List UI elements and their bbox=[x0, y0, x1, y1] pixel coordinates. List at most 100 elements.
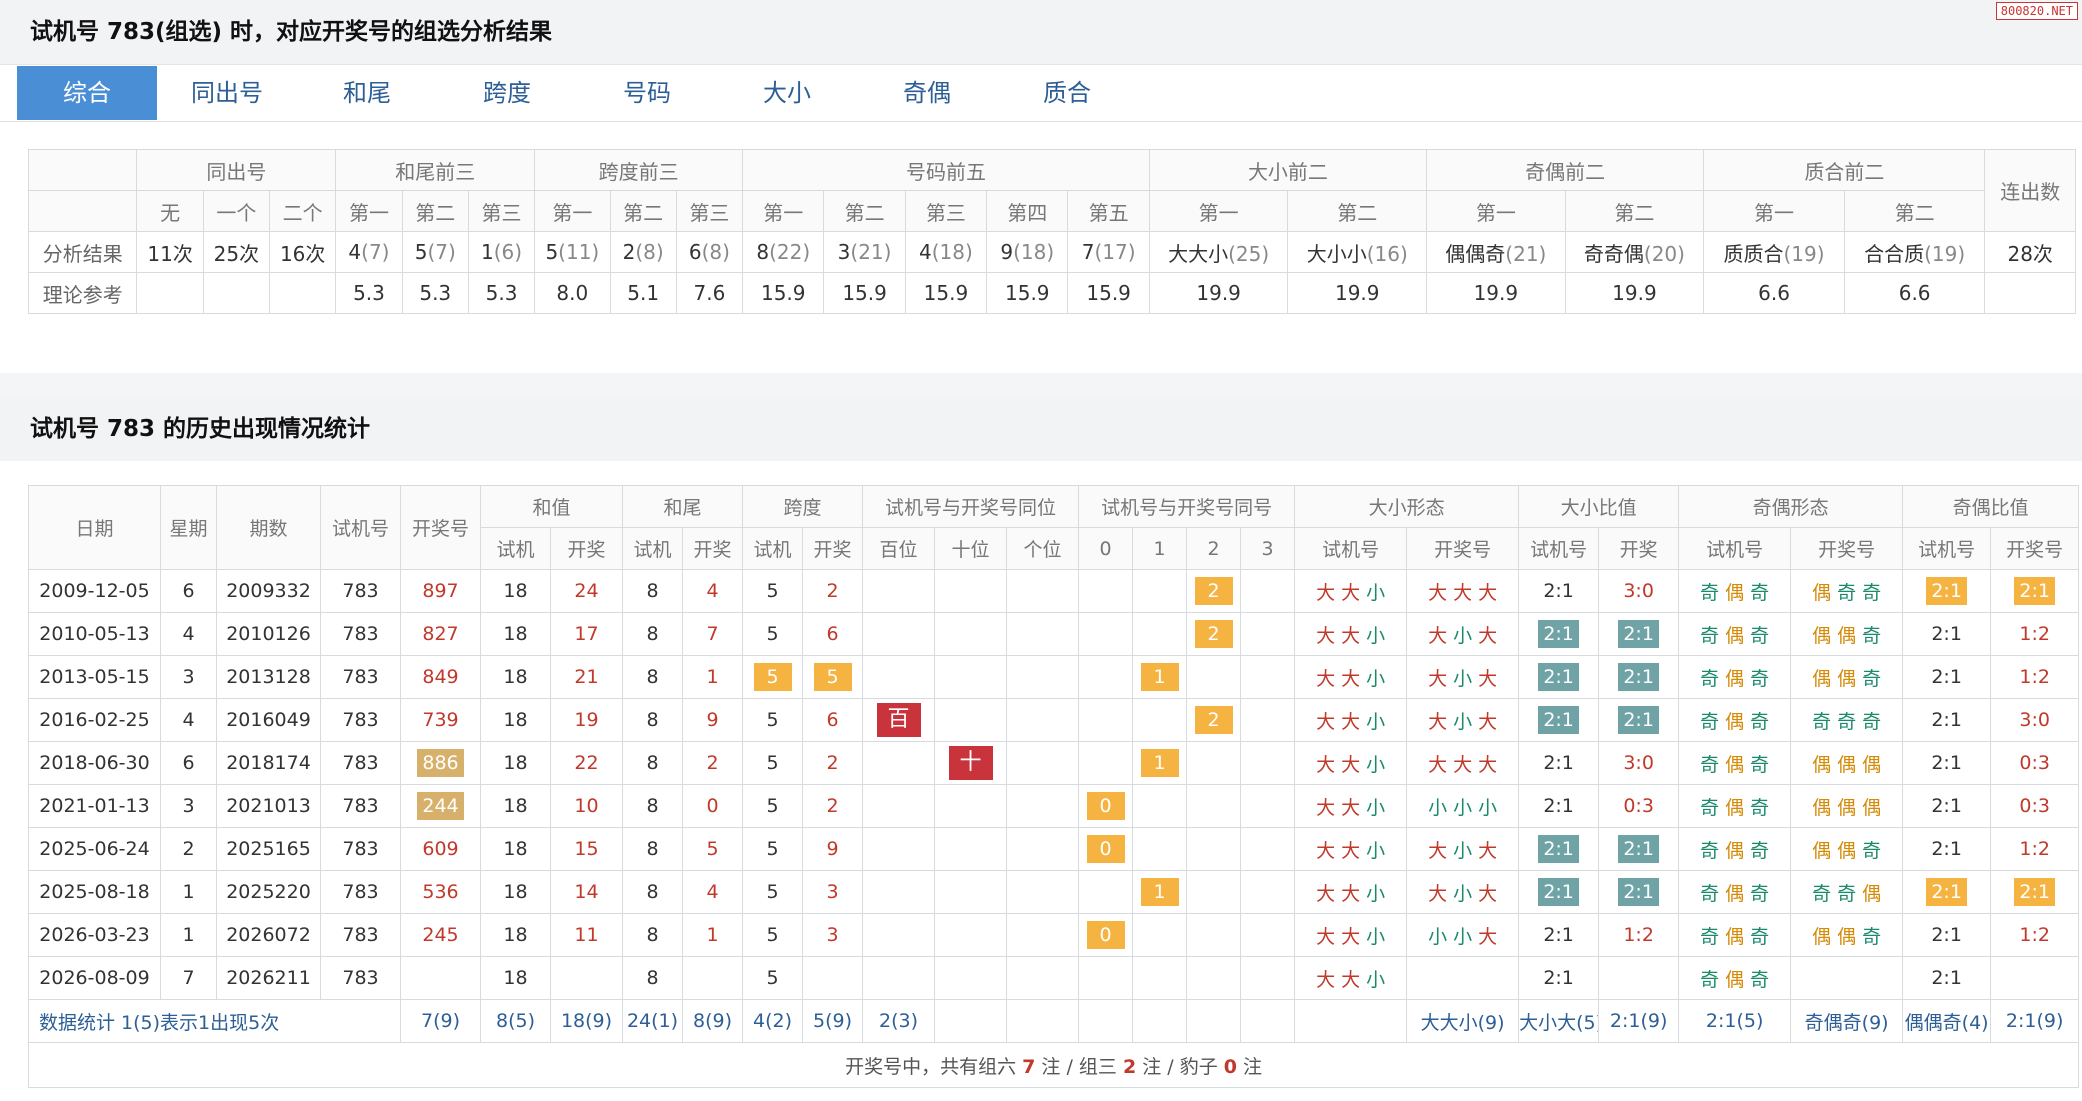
stats-cell: 2(3) bbox=[862, 999, 936, 1043]
parity-pattern-test-char: 奇 bbox=[1700, 925, 1720, 948]
same-position-cell bbox=[1006, 612, 1080, 656]
ref-cell: 5.3 bbox=[401, 272, 469, 314]
same-position-cell bbox=[934, 612, 1008, 656]
parity-pattern-test-char: 奇 bbox=[1700, 839, 1720, 862]
parity-pattern-test-char: 奇 bbox=[1700, 882, 1720, 905]
parity-pattern-test: 奇偶奇 bbox=[1678, 827, 1792, 871]
tab-2[interactable]: 和尾 bbox=[297, 66, 437, 120]
tab-5[interactable]: 大小 bbox=[717, 66, 857, 120]
ref-cell bbox=[269, 272, 337, 314]
history-subheader: 开奖号 bbox=[1990, 527, 2080, 570]
stats-cell: 偶偶奇(4) bbox=[1902, 999, 1992, 1043]
same-position-cell bbox=[1006, 784, 1080, 828]
sum-test-cell: 18 bbox=[480, 956, 551, 1000]
draw-number-cell: 827 bbox=[400, 612, 481, 656]
size-pattern-draw-char: 大 bbox=[1478, 581, 1498, 604]
analysis-panel: 同出号 和尾前三 跨度前三 号码前五 大小前二 奇偶前二 质合前二 连出数无一个 二个 第一 第二第… bbox=[0, 122, 2082, 373]
stats-cell: 5(9) bbox=[802, 999, 864, 1043]
table-row: 2025-06-24 2 2025165 783 609 18 15 8 5 5 9 0 大大小大小大 2… bbox=[28, 827, 2080, 871]
subheader: 第三 bbox=[675, 190, 744, 232]
tab-7[interactable]: 质合 bbox=[997, 66, 1137, 120]
history-header: 试机号与开奖号同号 bbox=[1078, 485, 1296, 528]
table-row: 2021-01-13 3 2021013 783 244 18 10 8 0 5 2 0 大大小小小小 2… bbox=[28, 784, 2080, 828]
size-pattern-test-char: 大 bbox=[1316, 839, 1336, 862]
sum-draw-cell: 11 bbox=[549, 913, 624, 957]
size-pattern-test: 大大小 bbox=[1294, 827, 1408, 871]
ref-cell: 8.0 bbox=[534, 272, 611, 314]
result-count: (21) bbox=[1505, 241, 1547, 266]
date-cell: 2009-12-05 bbox=[28, 569, 161, 613]
ref-cell bbox=[202, 272, 271, 314]
test-number-cell: 783 bbox=[320, 655, 401, 699]
span-test-cell: 5 bbox=[742, 784, 804, 828]
sum-test-cell: 18 bbox=[480, 741, 551, 785]
ref-cell: 15.9 bbox=[986, 272, 1069, 314]
summary-text: 注 bbox=[1236, 1055, 1263, 1078]
tab-6[interactable]: 奇偶 bbox=[857, 66, 997, 120]
parity-ratio-draw bbox=[1990, 956, 2080, 1000]
same-number-cell bbox=[1240, 913, 1296, 957]
same-number-cell bbox=[1240, 827, 1296, 871]
parity-pattern-test: 奇偶奇 bbox=[1678, 870, 1792, 914]
size-ratio-draw: 0:3 bbox=[1598, 784, 1680, 828]
parity-pattern-draw: 偶偶奇 bbox=[1790, 913, 1904, 957]
tab-3[interactable]: 跨度 bbox=[437, 66, 577, 120]
parity-pattern-test: 奇偶奇 bbox=[1678, 612, 1792, 656]
result-cell: 5(11) bbox=[534, 231, 611, 273]
size-pattern-draw-char: 大 bbox=[1428, 710, 1448, 733]
stats-cell: 24(1) bbox=[622, 999, 684, 1043]
date-cell: 2013-05-15 bbox=[28, 655, 161, 699]
size-pattern-test-char: 大 bbox=[1341, 796, 1361, 819]
size-pattern-test-char: 大 bbox=[1341, 667, 1361, 690]
draw-number-cell: 536 bbox=[400, 870, 481, 914]
tab-0[interactable]: 综合 bbox=[17, 66, 157, 120]
parity-pattern-draw-char: 偶 bbox=[1837, 796, 1857, 819]
same-number-cell bbox=[1132, 569, 1188, 613]
history-subheader: 开奖 bbox=[1598, 527, 1680, 570]
result-cell: 大小小(16) bbox=[1287, 231, 1428, 273]
table-row: 2016-02-25 4 2016049 783 739 18 19 8 9 5 6 百 2 大大小大小大… bbox=[28, 698, 2080, 742]
same-position-cell bbox=[1006, 741, 1080, 785]
same-position-cell bbox=[1006, 913, 1080, 957]
parity-pattern-test: 奇偶奇 bbox=[1678, 741, 1792, 785]
history-subheader: 试机号 bbox=[1902, 527, 1992, 570]
section2-title: 试机号 783 的历史出现情况统计 bbox=[0, 397, 2082, 461]
result-cell: 大大小(25) bbox=[1148, 231, 1289, 273]
size-ratio-draw: 2:1 bbox=[1598, 655, 1680, 699]
table-row: 2018-06-30 6 2018174 783 886 18 22 8 2 5 2 十 1 大大小大大大… bbox=[28, 741, 2080, 785]
tab-4[interactable]: 号码 bbox=[577, 66, 717, 120]
same-position-cell bbox=[934, 827, 1008, 871]
same-number-cell bbox=[1078, 870, 1134, 914]
section-gap bbox=[0, 373, 2082, 397]
span-draw-cell: 2 bbox=[802, 741, 864, 785]
same-number-cell bbox=[1132, 698, 1188, 742]
same-number-cell: 2 bbox=[1186, 698, 1242, 742]
size-pattern-test-char: 大 bbox=[1341, 753, 1361, 776]
parity-pattern-test-char: 偶 bbox=[1725, 710, 1745, 733]
ref-cell: 5.1 bbox=[609, 272, 677, 314]
result-value: 9 bbox=[1000, 240, 1014, 264]
tab-1[interactable]: 同出号 bbox=[157, 66, 297, 120]
size-pattern-draw-char: 小 bbox=[1453, 882, 1473, 905]
result-cell: 3(21) bbox=[823, 231, 906, 273]
size-pattern-draw-char: 小 bbox=[1428, 796, 1448, 819]
same-position-cell bbox=[1006, 956, 1080, 1000]
size-pattern-test-char: 大 bbox=[1341, 624, 1361, 647]
history-subheader: 百位 bbox=[862, 527, 936, 570]
result-cell: 4(7) bbox=[335, 231, 403, 273]
week-cell: 4 bbox=[160, 698, 217, 742]
result-count: (8) bbox=[635, 240, 664, 264]
parity-ratio-draw-mark: 2:1 bbox=[2014, 878, 2055, 906]
parity-pattern-test-char: 奇 bbox=[1700, 667, 1720, 690]
span-draw-cell bbox=[802, 956, 864, 1000]
size-pattern-test-char: 大 bbox=[1316, 925, 1336, 948]
size-pattern-test-char: 大 bbox=[1341, 968, 1361, 991]
size-ratio-test: 2:1 bbox=[1518, 655, 1600, 699]
tail-draw-cell bbox=[682, 956, 744, 1000]
size-pattern-test: 大大小 bbox=[1294, 784, 1408, 828]
parity-pattern-draw-char: 奇 bbox=[1837, 710, 1857, 733]
same-number-cell bbox=[1186, 741, 1242, 785]
parity-pattern-draw-char: 偶 bbox=[1837, 753, 1857, 776]
stats-cell bbox=[934, 999, 1008, 1043]
history-header: 试机号 bbox=[320, 485, 401, 570]
